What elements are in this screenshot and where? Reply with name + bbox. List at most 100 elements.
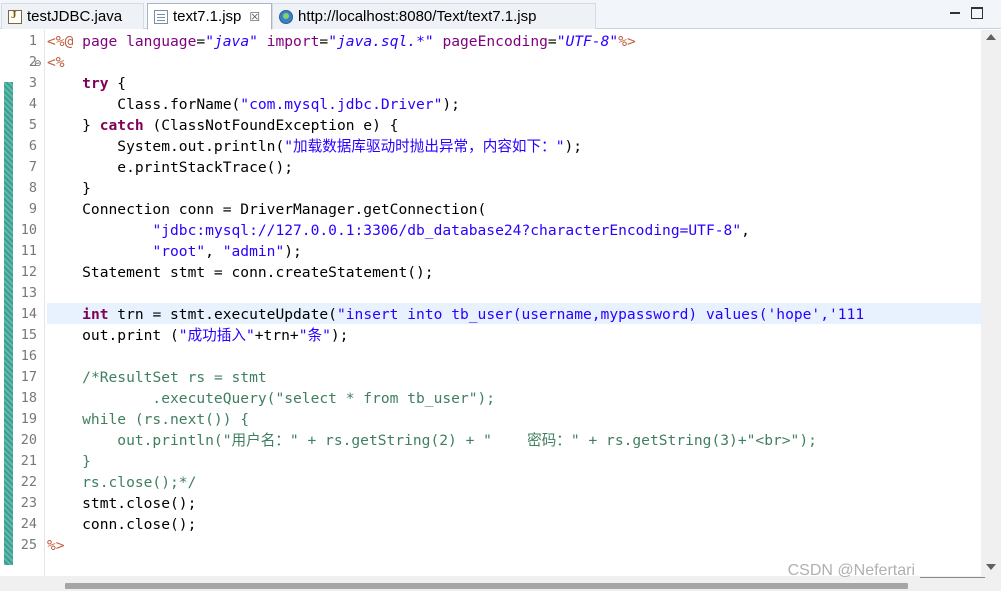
line-number: 14 xyxy=(20,306,37,322)
view-controls xyxy=(949,7,983,19)
code-token: "条" xyxy=(298,327,331,344)
code-line[interactable]: %> xyxy=(47,535,65,556)
code-token: out.println("用户名：" + rs.getString(2) + "… xyxy=(47,432,817,449)
code-line[interactable]: /*ResultSet rs = stmt xyxy=(47,367,267,388)
code-line[interactable]: out.println("用户名：" + rs.getString(2) + "… xyxy=(47,430,817,451)
code-line[interactable]: conn.close(); xyxy=(47,514,196,535)
code-token: catch xyxy=(99,117,144,134)
code-token: = xyxy=(547,33,557,50)
line-number: 1 xyxy=(28,33,37,49)
code-token: pageEncoding xyxy=(442,33,548,50)
maximize-icon[interactable] xyxy=(971,7,983,19)
code-token: Statement stmt = conn.createStatement(); xyxy=(47,264,434,281)
code-line[interactable]: out.print ("成功插入"+trn+"条"); xyxy=(47,325,348,346)
code-token: while (rs.next()) { xyxy=(47,411,250,428)
code-line[interactable]: "root", "admin"); xyxy=(47,241,302,262)
code-line[interactable]: Class.forName("com.mysql.jdbc.Driver"); xyxy=(47,94,460,115)
code-line[interactable]: rs.close();*/ xyxy=(47,472,196,493)
code-line[interactable]: stmt.close(); xyxy=(47,493,196,514)
code-token: page xyxy=(82,33,127,50)
code-token: .executeQuery("select * from tb_user"); xyxy=(47,390,496,407)
code-token: ); xyxy=(564,138,583,155)
code-token: "jdbc:mysql://127.0.0.1:3306/db_database… xyxy=(152,222,742,239)
tab-label: testJDBC.java xyxy=(27,8,123,25)
code-line[interactable]: e.printStackTrace(); xyxy=(47,157,293,178)
code-token: "成功插入" xyxy=(178,327,255,344)
watermark: CSDN @Nefertari xyxy=(787,562,915,579)
line-number: 22 xyxy=(20,474,37,490)
code-token: , xyxy=(741,222,750,239)
code-token: System.out.println( xyxy=(47,138,285,155)
tab-testjdbc-java[interactable]: testJDBC.java xyxy=(1,3,144,29)
code-line[interactable]: System.out.println("加载数据库驱动时抛出异常，内容如下：")… xyxy=(47,136,582,157)
code-line[interactable]: Statement stmt = conn.createStatement(); xyxy=(47,262,434,283)
jsp-file-icon xyxy=(154,9,168,24)
horizontal-scroll-thumb[interactable] xyxy=(65,583,908,589)
code-line[interactable]: } xyxy=(47,178,91,199)
tab-browser-localhost[interactable]: http://localhost:8080/Text/text7.1.jsp xyxy=(272,3,596,29)
line-number: 9 xyxy=(28,201,37,217)
code-token: (ClassNotFoundException e) { xyxy=(143,117,399,134)
code-token: try xyxy=(82,75,109,92)
code-token: out.print ( xyxy=(47,327,179,344)
line-number: 25 xyxy=(20,537,37,553)
code-token: "java.sql.*" xyxy=(328,33,434,50)
line-number: 8 xyxy=(28,180,37,196)
code-token: <%@ xyxy=(47,33,83,50)
scroll-up-arrow-icon[interactable] xyxy=(986,34,996,40)
vertical-scrollbar[interactable] xyxy=(981,30,1001,576)
code-line[interactable]: "jdbc:mysql://127.0.0.1:3306/db_database… xyxy=(47,220,750,241)
line-number: 5 xyxy=(28,117,37,133)
code-token: conn.close(); xyxy=(47,516,197,533)
code-token: stmt.close(); xyxy=(47,495,197,512)
line-number: 7 xyxy=(28,159,37,175)
code-line[interactable]: <%@ page language="java" import="java.sq… xyxy=(47,31,636,52)
line-number: 18 xyxy=(20,390,37,406)
code-token: "UTF-8" xyxy=(556,33,619,50)
code-token: trn = stmt.executeUpdate( xyxy=(108,306,337,323)
code-token: %> xyxy=(618,33,636,50)
line-number: 17 xyxy=(20,369,37,385)
code-line[interactable]: } xyxy=(47,451,91,472)
code-token: "加载数据库驱动时抛出异常，内容如下：" xyxy=(284,138,565,155)
code-token: <% xyxy=(47,54,65,71)
code-area[interactable]: <%@ page language="java" import="java.sq… xyxy=(47,30,981,576)
line-number: 20 xyxy=(20,432,37,448)
code-token: } xyxy=(47,453,91,470)
code-line[interactable]: try { xyxy=(47,73,126,94)
code-token: %> xyxy=(47,537,65,554)
code-token: int xyxy=(82,306,109,323)
code-token: +trn+ xyxy=(254,327,299,344)
minimize-icon[interactable] xyxy=(949,7,961,19)
code-line[interactable]: .executeQuery("select * from tb_user"); xyxy=(47,388,495,409)
code-line[interactable]: while (rs.next()) { xyxy=(47,409,249,430)
line-number: 13 xyxy=(20,285,37,301)
code-token: "insert into tb_user(username,mypassword… xyxy=(336,306,865,323)
scroll-down-arrow-icon[interactable] xyxy=(986,564,996,570)
code-token: } xyxy=(47,180,91,197)
code-editor[interactable]: ⊖ 1 2 3 4 5 6 7 8 9 10 11 12 13 14 15 16 17 18 19 20 21 22 23 2… xyxy=(0,30,981,576)
tab-label: http://localhost:8080/Text/text7.1.jsp xyxy=(298,8,537,25)
globe-icon xyxy=(279,9,293,24)
code-token: rs.close();*/ xyxy=(47,474,197,491)
line-number: 24 xyxy=(20,516,37,532)
close-tab-icon[interactable]: ☒ xyxy=(249,10,260,24)
code-line[interactable]: int trn = stmt.executeUpdate("insert int… xyxy=(47,304,864,325)
line-number: 6 xyxy=(28,138,37,154)
line-number: 3 xyxy=(28,75,37,91)
line-number: 2 xyxy=(28,54,37,70)
java-file-icon xyxy=(8,9,22,24)
code-token: ); xyxy=(284,243,302,260)
code-line[interactable]: <% xyxy=(47,52,65,73)
code-line[interactable]: Connection conn = DriverManager.getConne… xyxy=(47,199,486,220)
code-token: = xyxy=(319,33,329,50)
code-line[interactable]: } catch (ClassNotFoundException e) { xyxy=(47,115,398,136)
tab-text7-1-jsp[interactable]: text7.1.jsp ☒ xyxy=(147,3,272,30)
code-token: "java" xyxy=(205,33,258,50)
code-token: { xyxy=(108,75,127,92)
